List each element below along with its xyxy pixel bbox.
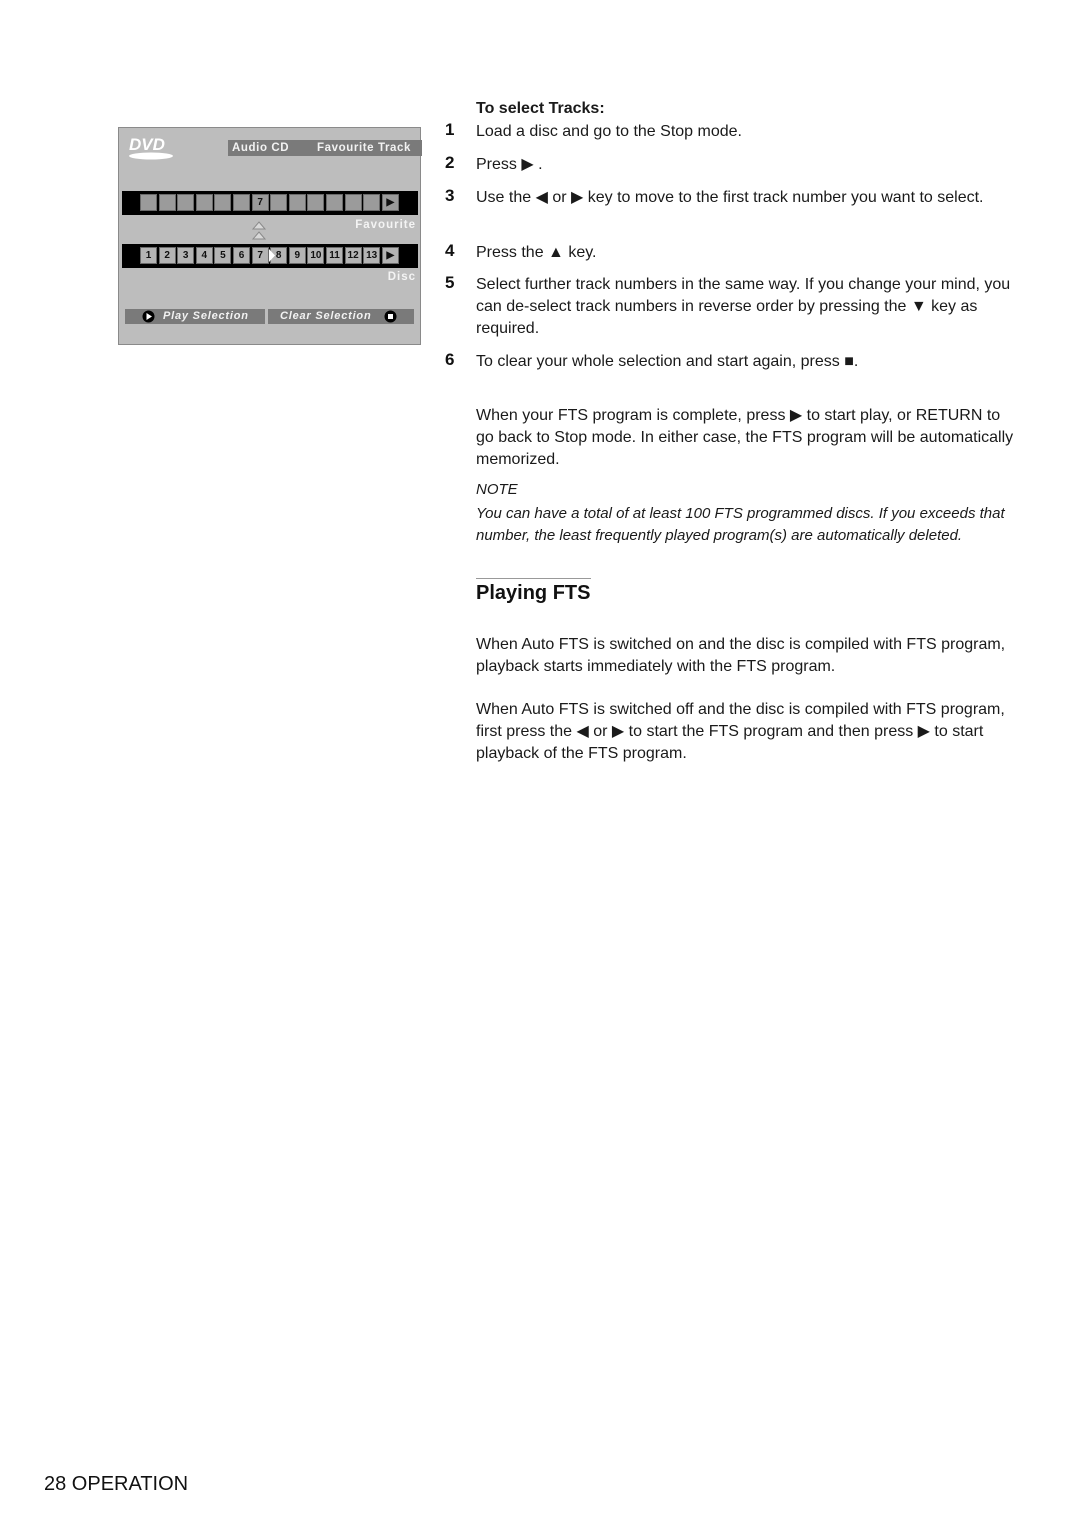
svg-text:DVD: DVD (129, 135, 165, 154)
note-body: You can have a total of at least 100 FTS… (476, 505, 1005, 544)
track-cell[interactable]: 7 (251, 247, 269, 264)
tab-audio-cd[interactable]: Audio CD (232, 140, 289, 156)
track-cell[interactable] (233, 194, 250, 211)
step-number: 3 (445, 186, 455, 205)
favourite-track-strip: 7 ▶ (122, 191, 418, 215)
favourite-label: Favourite (355, 219, 416, 231)
track-cell[interactable] (326, 194, 343, 211)
track-cell[interactable] (270, 194, 288, 211)
track-cell[interactable] (140, 194, 157, 211)
track-cell[interactable]: 9 (288, 247, 306, 264)
track-cell[interactable]: 4 (195, 247, 213, 264)
step-text: To clear your whole selection and start … (476, 353, 859, 370)
track-cell[interactable]: 13 (363, 247, 381, 264)
playing-fts-paragraph-2: When Auto FTS is switched off and the di… (476, 701, 1005, 762)
up-arrow-icon (252, 231, 266, 240)
track-cell[interactable]: 11 (326, 247, 343, 264)
disc-label: Disc (387, 271, 416, 283)
step-text: Press ▶ . (476, 156, 543, 173)
track-cell[interactable] (307, 194, 325, 211)
dvd-logo-icon: DVD (129, 135, 173, 160)
note-label: NOTE (476, 481, 518, 498)
step-number: 2 (445, 153, 455, 172)
play-selection-button[interactable]: Play Selection (125, 309, 265, 324)
page-footer: 28 OPERATION (44, 1473, 189, 1495)
completion-paragraph: When your FTS program is complete, press… (476, 407, 1014, 468)
track-cell[interactable]: 5 (214, 247, 232, 264)
tab-favourite-track[interactable]: Favourite Track (317, 140, 411, 156)
clear-selection-button[interactable]: Clear Selection (268, 309, 414, 324)
track-cell[interactable]: 3 (177, 247, 195, 264)
osd-tab-bar: Audio CD Favourite Track (228, 140, 422, 156)
up-arrow-icon (252, 221, 266, 230)
track-cell[interactable]: 1 (140, 247, 157, 264)
playing-fts-paragraph-1: When Auto FTS is switched on and the dis… (476, 636, 1006, 675)
dvd-osd-illustration: DVD Audio CD Favourite Track 7 ▶ Favourit… (118, 127, 422, 345)
section-title-playing-fts: Playing FTS (476, 582, 591, 604)
step-number: 1 (445, 120, 455, 139)
track-cell[interactable] (195, 194, 213, 211)
disc-track-strip: 1 2 3 4 5 6 7 8 9 10 11 12 13 ▶ (122, 244, 418, 268)
step-number: 6 (445, 350, 455, 369)
track-cell[interactable]: 6 (233, 247, 250, 264)
subheading-select-tracks: To select Tracks: (476, 100, 605, 117)
track-cell[interactable] (363, 194, 381, 211)
track-cell[interactable]: 7 (251, 194, 269, 211)
step-number: 5 (445, 273, 455, 292)
play-icon (142, 310, 155, 323)
track-cell[interactable] (214, 194, 232, 211)
track-cell[interactable]: 12 (344, 247, 362, 264)
cursor-pointer-icon (268, 249, 275, 262)
track-cell[interactable] (288, 194, 306, 211)
clear-selection-label: Clear Selection (280, 310, 372, 322)
track-cell[interactable]: 10 (307, 247, 325, 264)
play-selection-label: Play Selection (163, 310, 249, 322)
step-number: 4 (445, 241, 455, 260)
track-cell[interactable]: 2 (158, 247, 176, 264)
stop-icon (384, 310, 397, 323)
strip-next-arrow-icon[interactable]: ▶ (381, 247, 399, 264)
step-text: Select further track numbers in the same… (476, 276, 1011, 337)
step-text: Use the ◀ or ▶ key to move to the first … (476, 189, 984, 206)
track-cell[interactable] (344, 194, 362, 211)
strip-next-arrow-icon[interactable]: ▶ (381, 194, 399, 211)
step-text: Press the ▲ key. (476, 244, 597, 261)
track-cell[interactable] (177, 194, 195, 211)
track-cell[interactable] (158, 194, 176, 211)
section-divider (476, 578, 591, 579)
step-text: Load a disc and go to the Stop mode. (476, 123, 742, 140)
